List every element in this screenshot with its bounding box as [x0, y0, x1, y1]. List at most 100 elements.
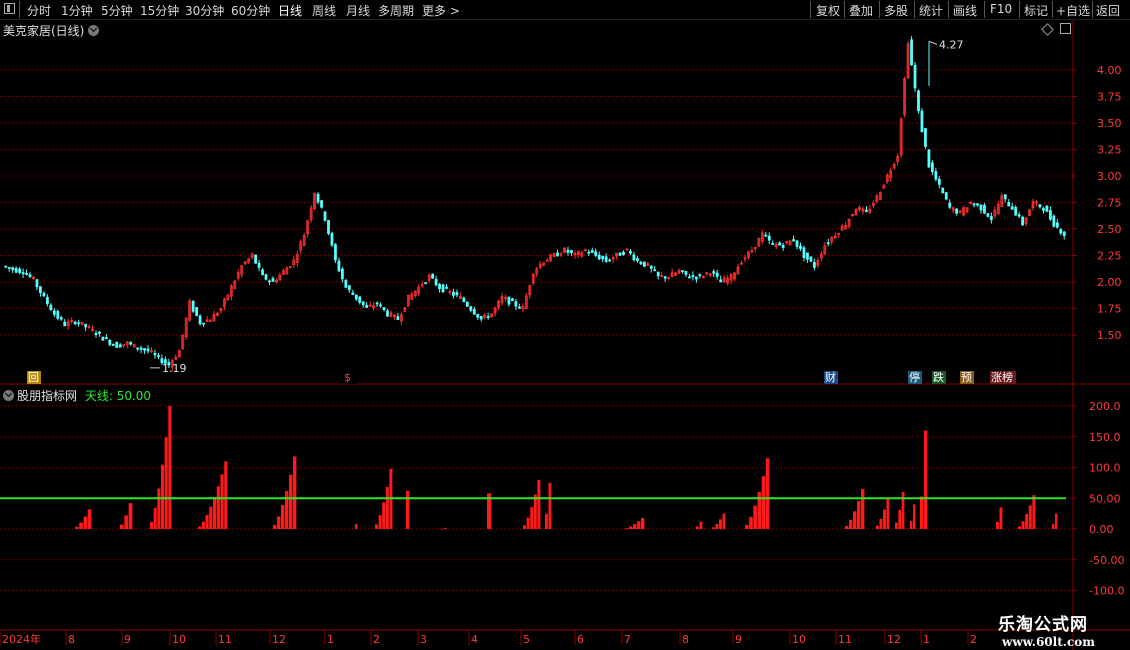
- date-label: 12: [272, 633, 286, 646]
- candle-body: [330, 233, 334, 246]
- candle-body: [479, 316, 483, 320]
- signal-bar: [277, 516, 281, 529]
- signal-bar: [201, 521, 205, 529]
- candle-body: [653, 269, 657, 272]
- candle-body: [1059, 229, 1063, 234]
- candle-body: [1048, 210, 1052, 220]
- chevron-down-icon[interactable]: [3, 390, 14, 401]
- candle-body: [649, 265, 653, 269]
- y-tick-label: 2.50: [1097, 223, 1122, 236]
- date-label: 10: [172, 633, 186, 646]
- signal-bar: [526, 517, 530, 529]
- candle-body: [198, 315, 202, 325]
- candle-body: [14, 268, 18, 273]
- candle-body: [955, 208, 959, 214]
- stock-title: 美克家居(日线): [3, 24, 85, 38]
- signal-bar: [625, 528, 629, 530]
- candle-body: [111, 343, 115, 346]
- candle-body: [1003, 194, 1007, 200]
- candle-body: [379, 304, 382, 307]
- candle-body: [913, 64, 917, 89]
- candle-body: [7, 267, 11, 269]
- candle-body: [365, 304, 369, 308]
- signal-bar: [765, 458, 770, 529]
- candle-body: [1021, 216, 1025, 226]
- candle-body: [340, 268, 344, 280]
- signal-bar: [629, 526, 633, 529]
- candle-body: [153, 352, 157, 356]
- candle-body: [517, 306, 521, 309]
- date-label: 8: [68, 633, 75, 646]
- candle-body: [719, 279, 723, 283]
- signal-bar: [273, 524, 277, 529]
- candle-body: [1042, 208, 1045, 211]
- high-leader: [928, 40, 938, 45]
- main-chart-title: 美克家居(日线): [3, 22, 100, 39]
- candle-body: [691, 275, 695, 278]
- candle-body: [268, 280, 271, 283]
- signal-bar: [382, 502, 386, 529]
- signal-bar: [1025, 514, 1029, 529]
- candle-body: [18, 268, 22, 273]
- signal-bar: [641, 517, 645, 529]
- candle-body: [590, 250, 594, 253]
- candle-body: [59, 317, 63, 320]
- chevron-down-icon[interactable]: [88, 25, 100, 36]
- signal-bar: [213, 497, 217, 529]
- indicator-y-label: 100.0: [1089, 462, 1121, 475]
- candle-body: [910, 39, 913, 66]
- candle-body: [1007, 202, 1011, 207]
- candle-body: [681, 270, 684, 273]
- signal-bar: [548, 482, 552, 529]
- candle-body: [139, 347, 143, 350]
- candle-body: [1062, 231, 1066, 236]
- candle-body: [1014, 206, 1018, 216]
- chart-canvas[interactable]: 4.00 3.75 3.50 3.25 3.00 2.75 2.50 2.25 2.00 1.75…: [0, 0, 1130, 650]
- date-label: 9: [735, 633, 742, 646]
- date-label: 4: [471, 633, 478, 646]
- signal-bar: [164, 437, 168, 529]
- date-label: 10: [792, 633, 806, 646]
- candle-body: [792, 239, 795, 242]
- candle-body: [799, 245, 802, 249]
- signal-bar: [150, 522, 154, 529]
- candle-body: [979, 204, 983, 211]
- signal-bar: [753, 505, 757, 529]
- candle-body: [337, 260, 341, 272]
- signal-bar: [444, 527, 447, 529]
- candle-body: [382, 307, 386, 310]
- date-label: 2: [373, 633, 380, 646]
- signal-bar: [281, 505, 285, 529]
- date-label: 12: [887, 633, 901, 646]
- signal-bar: [761, 476, 766, 529]
- candle-body: [566, 249, 570, 253]
- candle-body: [712, 271, 716, 274]
- signal-bar: [198, 526, 202, 529]
- indicator-y-label: -100.0: [1089, 585, 1124, 598]
- signal-bar: [910, 520, 913, 529]
- signal-bar: [385, 486, 389, 529]
- signal-bar: [876, 525, 879, 529]
- signal-bar: [216, 486, 220, 529]
- candle-body: [1010, 206, 1014, 210]
- date-label: 1: [923, 633, 930, 646]
- candle-body: [937, 178, 941, 185]
- signal-bar: [161, 464, 165, 529]
- candle-body: [115, 341, 119, 348]
- candle-body: [129, 341, 133, 345]
- candle-body: [264, 274, 268, 280]
- candle-body: [983, 204, 986, 214]
- indicator-name: 股朋指标网: [17, 389, 78, 403]
- candle-body: [618, 252, 622, 256]
- panel-toggle-icon[interactable]: [1060, 23, 1071, 34]
- signal-bar: [845, 525, 849, 529]
- y-tick-label: 1.50: [1097, 329, 1122, 342]
- candle-body: [767, 235, 771, 241]
- signal-bar: [293, 456, 297, 529]
- date-label: 2024年: [2, 632, 41, 646]
- candle-body: [764, 234, 768, 237]
- candle-body: [254, 254, 258, 264]
- candle-body: [806, 252, 809, 260]
- candle-body: [334, 244, 337, 261]
- candle-body: [77, 322, 81, 325]
